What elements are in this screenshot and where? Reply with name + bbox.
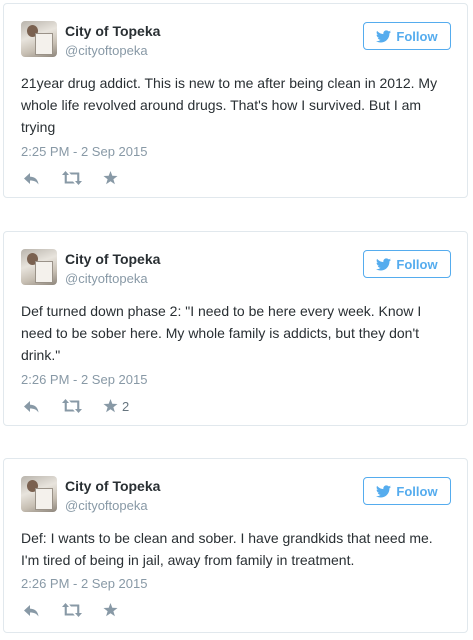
favorite-button[interactable] [103, 171, 122, 185]
retweet-button[interactable] [62, 171, 82, 185]
account-handle[interactable]: @cityoftopeka [65, 43, 148, 58]
tweet-card: City of Topeka @cityoftopeka Follow 21ye… [3, 3, 468, 198]
follow-button[interactable]: Follow [363, 22, 451, 50]
tweet-actions [24, 169, 122, 187]
favorite-button[interactable] [103, 603, 122, 617]
reply-arrow-icon [24, 604, 39, 616]
retweet-icon [62, 399, 82, 413]
follow-button[interactable]: Follow [363, 477, 451, 505]
reply-arrow-icon [24, 172, 39, 184]
favorite-button[interactable]: 2 [103, 399, 129, 414]
tweet-timestamp[interactable]: 2:26 PM - 2 Sep 2015 [21, 372, 147, 387]
retweet-icon [62, 171, 82, 185]
tweet-actions: 2 [24, 397, 129, 415]
follow-label: Follow [396, 483, 438, 499]
follow-label: Follow [396, 28, 438, 44]
star-icon [103, 171, 118, 185]
twitter-bird-icon [376, 29, 392, 42]
twitter-bird-icon [376, 257, 392, 270]
retweet-icon [62, 603, 82, 617]
reply-button[interactable] [24, 604, 40, 617]
star-icon [103, 399, 118, 413]
tweet-card: City of Topeka @cityoftopeka Follow Def … [3, 231, 468, 426]
account-name[interactable]: City of Topeka [65, 478, 160, 494]
tweet-actions [24, 601, 122, 619]
follow-button[interactable]: Follow [363, 250, 451, 278]
retweet-button[interactable] [62, 603, 82, 617]
account-handle[interactable]: @cityoftopeka [65, 271, 148, 286]
retweet-button[interactable] [62, 399, 82, 413]
reply-button[interactable] [24, 172, 40, 185]
tweet-text: Def: I wants to be clean and sober. I ha… [21, 530, 433, 568]
avatar[interactable] [21, 249, 57, 285]
follow-label: Follow [396, 256, 438, 272]
tweet-timestamp[interactable]: 2:26 PM - 2 Sep 2015 [21, 576, 147, 591]
avatar[interactable] [21, 476, 57, 512]
tweet-card: City of Topeka @cityoftopeka Follow Def:… [3, 458, 468, 633]
tweet-text: 21year drug addict. This is new to me af… [21, 75, 438, 135]
account-name[interactable]: City of Topeka [65, 23, 160, 39]
reply-arrow-icon [24, 400, 39, 412]
favorite-count: 2 [122, 398, 130, 414]
star-icon [103, 603, 118, 617]
tweet-timestamp[interactable]: 2:25 PM - 2 Sep 2015 [21, 144, 147, 159]
tweet-text: Def turned down phase 2: "I need to be h… [21, 303, 422, 363]
account-name[interactable]: City of Topeka [65, 251, 160, 267]
account-handle[interactable]: @cityoftopeka [65, 498, 148, 513]
avatar[interactable] [21, 21, 57, 57]
twitter-bird-icon [376, 484, 392, 497]
reply-button[interactable] [24, 400, 40, 413]
